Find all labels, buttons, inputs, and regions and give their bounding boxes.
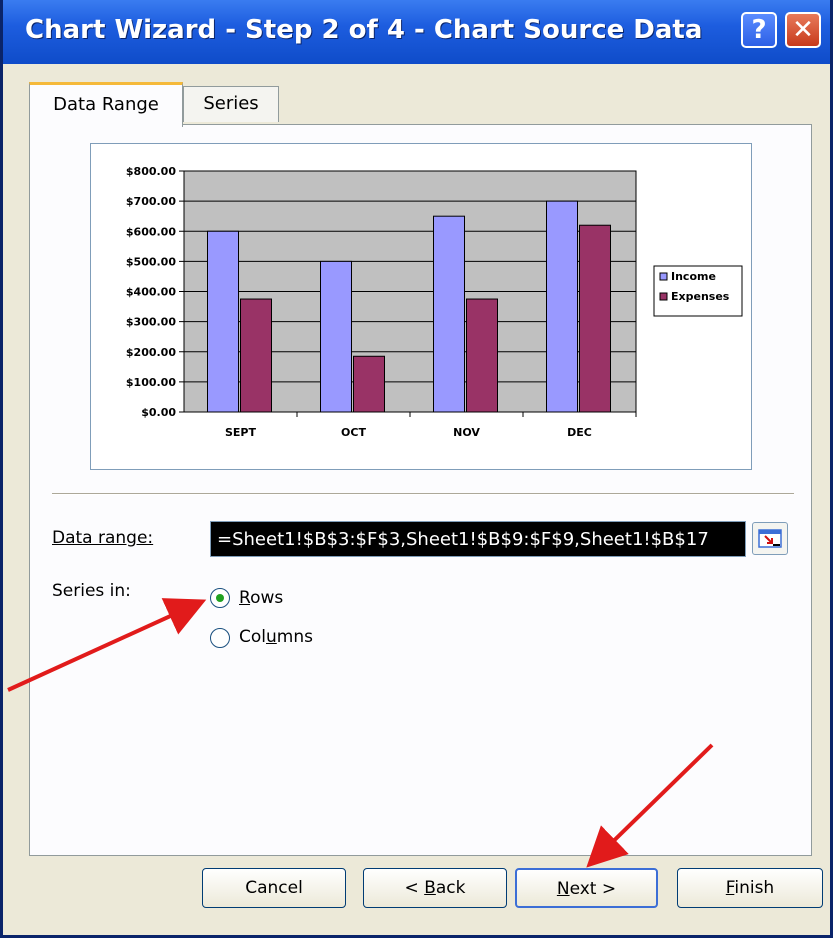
- annotation-arrow-next: [586, 743, 714, 868]
- tab-data-range-label: Data Range: [53, 94, 159, 115]
- annotation-layer: [7, 598, 714, 868]
- annotation-arrow-rows: [7, 598, 207, 692]
- chart-wizard-dialog: Chart Wizard - Step 2 of 4 - Chart Sourc…: [0, 0, 833, 938]
- tab-data-range[interactable]: Data Range: [29, 82, 183, 127]
